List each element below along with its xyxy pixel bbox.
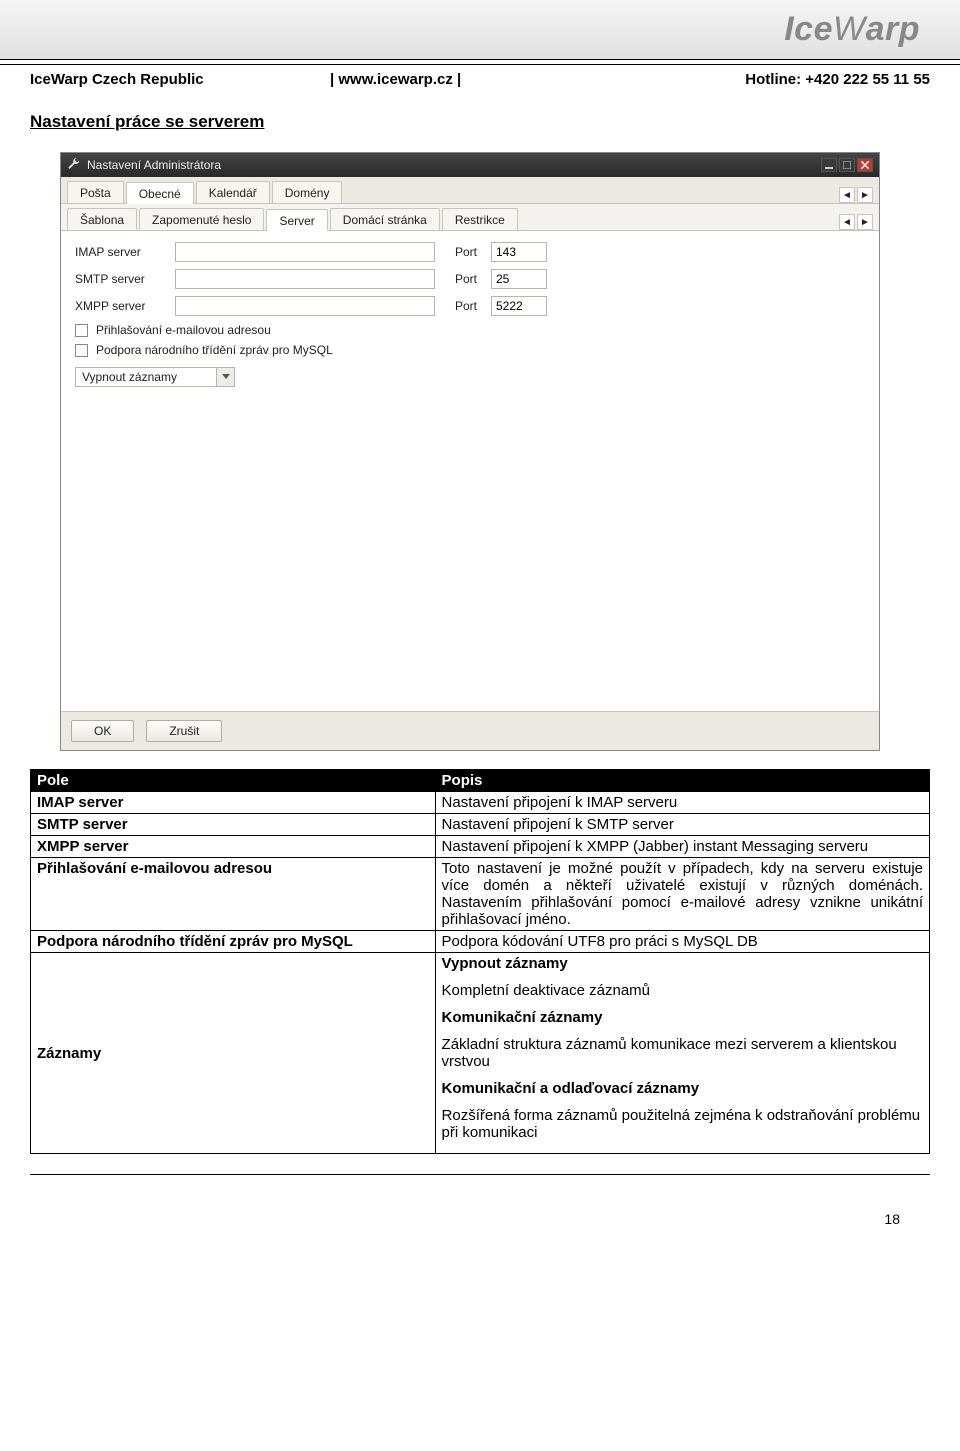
- records-off-heading: Vypnout záznamy: [442, 955, 568, 972]
- email-login-checkbox[interactable]: [75, 324, 88, 337]
- cell-desc: Nastavení připojení k XMPP (Jabber) inst…: [435, 836, 929, 858]
- hotline: Hotline: +420 222 55 11 55: [630, 71, 930, 88]
- records-off-text: Kompletní deaktivace záznamů: [442, 982, 923, 999]
- records-debug-heading: Komunikační a odlaďovací záznamy: [442, 1080, 700, 1097]
- dialog-buttons: OK Zrušit: [61, 711, 879, 750]
- tab-scroll-left-icon[interactable]: ◄: [839, 187, 855, 203]
- tab-domeny[interactable]: Domény: [272, 181, 343, 203]
- records-debug-text: Rozšířená forma záznamů použitelná zejmé…: [442, 1107, 923, 1141]
- logging-combo[interactable]: Vypnout záznamy: [75, 367, 235, 387]
- xmpp-port-label: Port: [455, 299, 491, 313]
- window-title: Nastavení Administrátora: [87, 158, 221, 172]
- close-button[interactable]: [857, 158, 873, 172]
- subtab-sablona[interactable]: Šablona: [67, 208, 137, 230]
- cell-desc: Podpora kódování UTF8 pro práci s MySQL …: [435, 931, 929, 953]
- tab-posta[interactable]: Pošta: [67, 181, 124, 203]
- admin-settings-window: Nastavení Administrátora Pošta Obecné Ka…: [60, 152, 880, 751]
- brand-bar: IceWarp: [0, 0, 960, 60]
- cell-field: Přihlašování e-mailovou adresou: [37, 860, 272, 877]
- mysql-national-sort-checkbox[interactable]: [75, 344, 88, 357]
- xmpp-server-input[interactable]: [175, 296, 435, 316]
- cell-field: Záznamy: [37, 1045, 101, 1062]
- table-row: Podpora národního třídění zpráv pro MySQ…: [31, 931, 930, 953]
- ok-button[interactable]: OK: [71, 720, 134, 742]
- main-tabs: Pošta Obecné Kalendář Domény ◄ ►: [61, 177, 879, 204]
- records-comm-heading: Komunikační záznamy: [442, 1009, 603, 1026]
- cell-field: IMAP server: [37, 794, 123, 811]
- page-header-info: IceWarp Czech Republic | www.icewarp.cz …: [0, 64, 960, 98]
- cancel-button[interactable]: Zrušit: [146, 720, 222, 742]
- smtp-server-input[interactable]: [175, 269, 435, 289]
- tab-scroll-right-icon[interactable]: ►: [857, 187, 873, 203]
- smtp-port-input[interactable]: [491, 269, 547, 289]
- table-head-field: Pole: [31, 770, 436, 792]
- subtab-restrikce[interactable]: Restrikce: [442, 208, 518, 230]
- tab-kalendar[interactable]: Kalendář: [196, 181, 270, 203]
- table-row: IMAP server Nastavení připojení k IMAP s…: [31, 792, 930, 814]
- smtp-server-label: SMTP server: [75, 272, 175, 286]
- records-comm-text: Základní struktura záznamů komunikace me…: [442, 1036, 923, 1070]
- table-row: Přihlašování e-mailovou adresou Toto nas…: [31, 858, 930, 931]
- imap-server-label: IMAP server: [75, 245, 175, 259]
- imap-port-label: Port: [455, 245, 491, 259]
- xmpp-server-label: XMPP server: [75, 299, 175, 313]
- maximize-button[interactable]: [839, 158, 855, 172]
- subtab-scroll-right-icon[interactable]: ►: [857, 214, 873, 230]
- cell-field: SMTP server: [37, 816, 128, 833]
- window-titlebar: Nastavení Administrátora: [61, 153, 879, 177]
- cell-field: XMPP server: [37, 838, 128, 855]
- table-row: XMPP server Nastavení připojení k XMPP (…: [31, 836, 930, 858]
- cell-desc: Toto nastavení je možné použít v případe…: [435, 858, 929, 931]
- page-number: 18: [0, 1175, 960, 1251]
- cell-desc: Nastavení připojení k SMTP server: [435, 814, 929, 836]
- company-name: IceWarp Czech Republic: [30, 71, 330, 88]
- table-head-desc: Popis: [435, 770, 929, 792]
- imap-port-input[interactable]: [491, 242, 547, 262]
- tab-obecne[interactable]: Obecné: [126, 182, 194, 204]
- subtab-scroll-left-icon[interactable]: ◄: [839, 214, 855, 230]
- mysql-national-sort-label: Podpora národního třídění zpráv pro MySQ…: [96, 343, 333, 357]
- table-row: Záznamy Vypnout záznamy Kompletní deakti…: [31, 953, 930, 1154]
- imap-server-input[interactable]: [175, 242, 435, 262]
- website-url: | www.icewarp.cz |: [330, 71, 630, 88]
- field-description-table: Pole Popis IMAP server Nastavení připoje…: [30, 769, 930, 1154]
- table-row: SMTP server Nastavení připojení k SMTP s…: [31, 814, 930, 836]
- xmpp-port-input[interactable]: [491, 296, 547, 316]
- smtp-port-label: Port: [455, 272, 491, 286]
- cell-desc: Nastavení připojení k IMAP serveru: [435, 792, 929, 814]
- section-title: Nastavení práce se serverem: [0, 98, 960, 142]
- logging-combo-value: Vypnout záznamy: [76, 370, 216, 384]
- minimize-button[interactable]: [821, 158, 837, 172]
- cell-desc: Vypnout záznamy Kompletní deaktivace záz…: [435, 953, 929, 1154]
- subtab-domaci-stranka[interactable]: Domácí stránka: [330, 208, 440, 230]
- subtab-server[interactable]: Server: [266, 209, 327, 231]
- email-login-label: Přihlašování e-mailovou adresou: [96, 323, 271, 337]
- sub-tabs: Šablona Zapomenuté heslo Server Domácí s…: [61, 204, 879, 231]
- cell-field: Podpora národního třídění zpráv pro MySQ…: [37, 933, 353, 950]
- subtab-zapomenute-heslo[interactable]: Zapomenuté heslo: [139, 208, 264, 230]
- wrench-icon: [67, 157, 81, 174]
- chevron-down-icon: [216, 368, 234, 386]
- brand-logo: IceWarp: [784, 10, 920, 49]
- form-body: IMAP server Port SMTP server Port XMPP s…: [61, 231, 879, 711]
